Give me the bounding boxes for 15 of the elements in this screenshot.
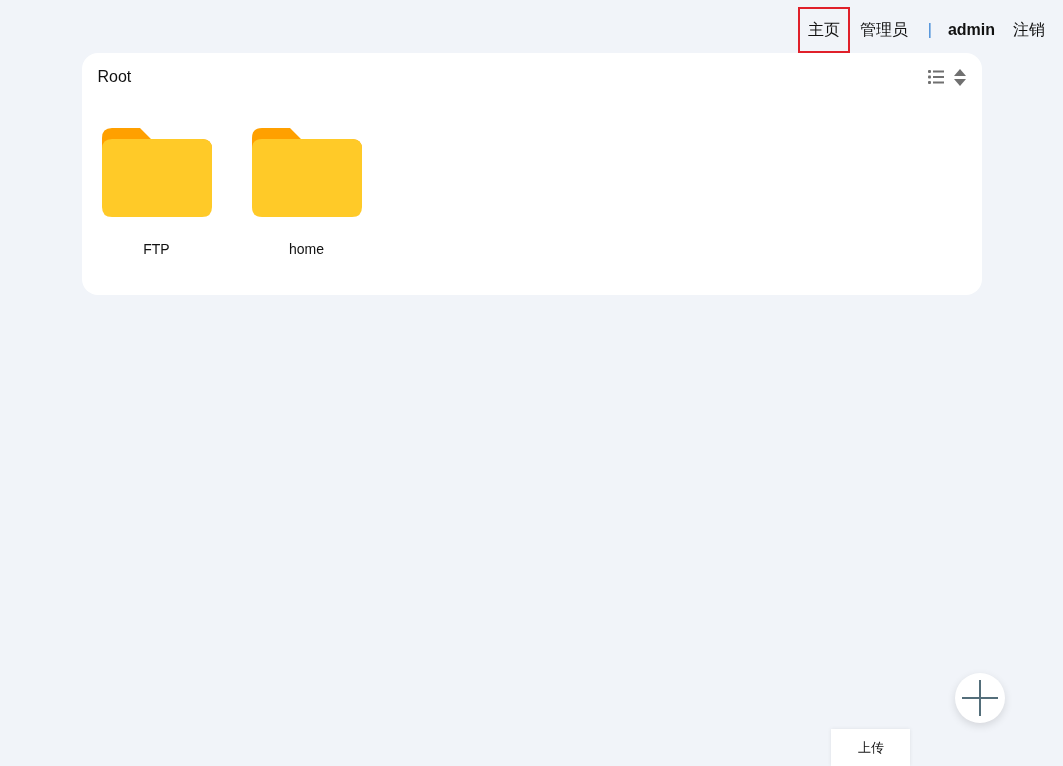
list-view-icon[interactable] [927,70,944,84]
folder-icon [101,128,212,217]
add-button[interactable] [955,673,1005,723]
upload-tooltip: 上传 [831,729,910,766]
folder-name[interactable]: home [289,241,324,257]
nav-link[interactable]: 注销 [1003,7,1055,53]
nav-link[interactable]: 管理员 [849,7,918,53]
folder-name[interactable]: FTP [143,241,170,257]
user-name: admin [946,20,996,40]
panel-title: Root [97,68,132,86]
nav-link[interactable]: 主页 [797,7,850,53]
plus-icon [962,680,998,716]
sort-icon[interactable] [953,68,966,86]
folder-icon [251,128,362,217]
nav-separator: | [926,20,933,40]
